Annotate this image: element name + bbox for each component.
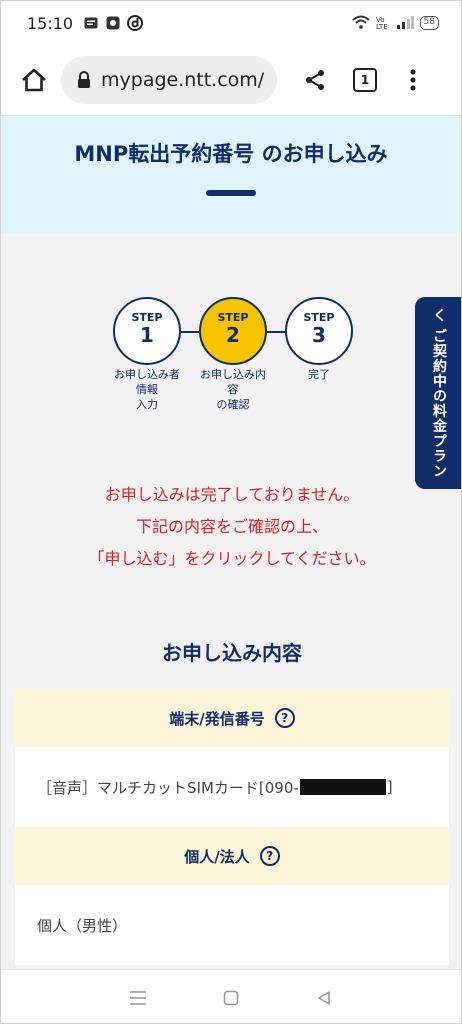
individual-corporate-heading-label: 個人/法人 — [184, 847, 250, 866]
individual-corporate-value: 個人（男性） — [15, 885, 449, 965]
individual-corporate-heading: 個人/法人 ? — [15, 827, 449, 885]
status-bar: 15:10 Vo LTE 58 — [1, 1, 461, 45]
notice-line-3: 「申し込む」をクリックしてください。 — [88, 549, 376, 568]
square-icon — [223, 990, 239, 1005]
individual-corporate-value-text: 個人（男性） — [37, 916, 128, 935]
help-icon[interactable]: ? — [259, 846, 280, 866]
back-nav-button[interactable] — [313, 987, 335, 1009]
device-number-value: ［音声］マルチカットSIMカード[090- ] — [15, 747, 449, 827]
svg-text:LTE: LTE — [376, 23, 388, 29]
share-icon — [306, 70, 324, 90]
incomplete-notice: お申し込みは完了しておりません。 下記の内容をご確認の上、 「申し込む」をクリッ… — [1, 479, 461, 575]
volte-icon: Vo LTE — [376, 14, 390, 33]
title-underline — [206, 190, 256, 196]
system-nav-bar — [1, 969, 461, 1023]
side-tab-label: く ご契約中の料金プラン — [431, 307, 447, 479]
step-1-number: 1 — [140, 323, 154, 347]
app-notification-icon — [105, 15, 121, 31]
more-vert-icon — [410, 69, 416, 91]
redacted-block — [299, 779, 386, 795]
phone-screen: 15:10 Vo LTE 58 mypage.ntt.com/ 1 MNP転出予… — [0, 0, 462, 1024]
page-title: MNP転出予約番号 のお申し込み — [74, 142, 388, 166]
back-triangle-icon — [318, 990, 331, 1005]
home-icon — [22, 68, 46, 92]
recents-button[interactable] — [127, 987, 149, 1009]
more-menu-button[interactable] — [401, 64, 425, 96]
step-2-number: 2 — [226, 323, 240, 347]
share-button[interactable] — [299, 64, 331, 96]
notice-line-1: お申し込みは完了しておりません。 — [104, 485, 360, 504]
step-2-caption: お申し込み内 容 の確認 — [200, 368, 266, 411]
address-bar[interactable]: mypage.ntt.com/ — [61, 56, 277, 104]
wifi-icon — [351, 14, 370, 33]
menu-lines-icon — [129, 990, 146, 1005]
browser-toolbar: mypage.ntt.com/ 1 — [1, 45, 461, 115]
step-3-number: 3 — [312, 323, 326, 347]
help-icon[interactable]: ? — [274, 708, 295, 728]
device-number-value-suffix: ] — [386, 778, 393, 796]
device-number-value-prefix: ［音声］マルチカットSIMカード[090- — [37, 778, 299, 797]
device-number-heading-label: 端末/発信番号 — [169, 709, 265, 728]
home-nav-button[interactable] — [220, 987, 242, 1009]
step-1-caption: お申し込み者 情報 入力 — [114, 368, 180, 411]
section-title: お申し込み内容 — [162, 641, 302, 665]
current-plan-side-tab[interactable]: く ご契約中の料金プラン — [415, 297, 461, 489]
message-icon — [83, 15, 99, 31]
step-2-circle: STEP 2 — [199, 297, 267, 365]
d-app-icon — [127, 15, 144, 31]
url-text: mypage.ntt.com/ — [101, 69, 265, 91]
step-3-circle: STEP 3 — [285, 297, 353, 365]
device-number-heading: 端末/発信番号 ? — [15, 689, 449, 747]
tab-switcher-button[interactable]: 1 — [353, 68, 377, 92]
step-3-caption: 完了 — [308, 368, 330, 381]
home-button[interactable] — [15, 61, 53, 99]
step-1-circle: STEP 1 — [113, 297, 181, 365]
notice-line-2: 下記の内容をご確認の上、 — [135, 517, 328, 536]
status-time: 15:10 — [27, 13, 74, 33]
page-header: MNP転出予約番号 のお申し込み — [1, 115, 461, 233]
progress-stepper: STEP 1 STEP 2 STEP 3 お申し込み者 情報 入力 お申し込み内… — [107, 297, 357, 417]
battery-icon: 58 — [419, 16, 439, 30]
lock-icon — [78, 71, 90, 88]
signal-icon — [396, 14, 414, 33]
